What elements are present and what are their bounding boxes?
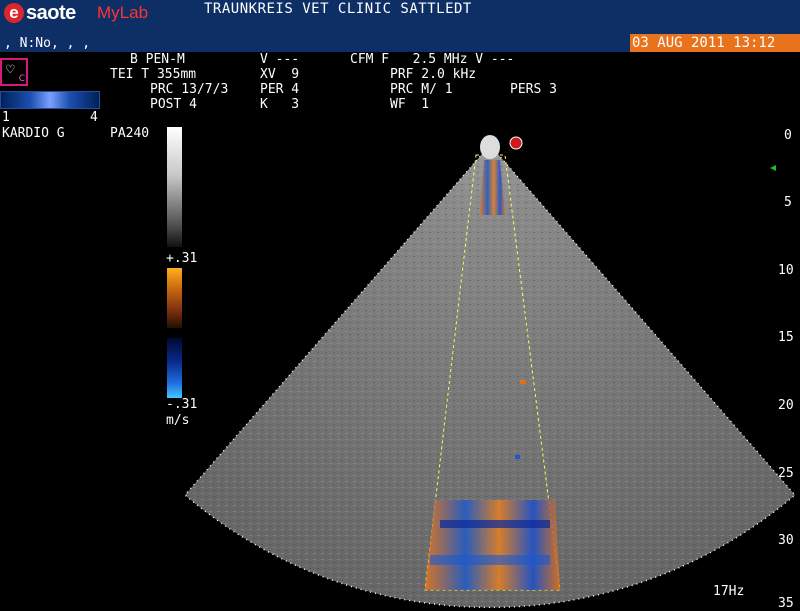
depth-10: 10	[778, 263, 794, 278]
depth-20: 20	[778, 398, 794, 413]
frame-rate: 17Hz	[713, 584, 745, 599]
ultrasound-sector	[183, 135, 797, 608]
focus-triangle-icon	[770, 165, 776, 171]
depth-15: 15	[778, 330, 794, 345]
depth-30: 30	[778, 533, 794, 548]
depth-0: 0	[784, 128, 792, 143]
depth-5: 5	[784, 195, 792, 210]
depth-35: 35	[778, 596, 794, 611]
depth-25: 25	[778, 466, 794, 481]
